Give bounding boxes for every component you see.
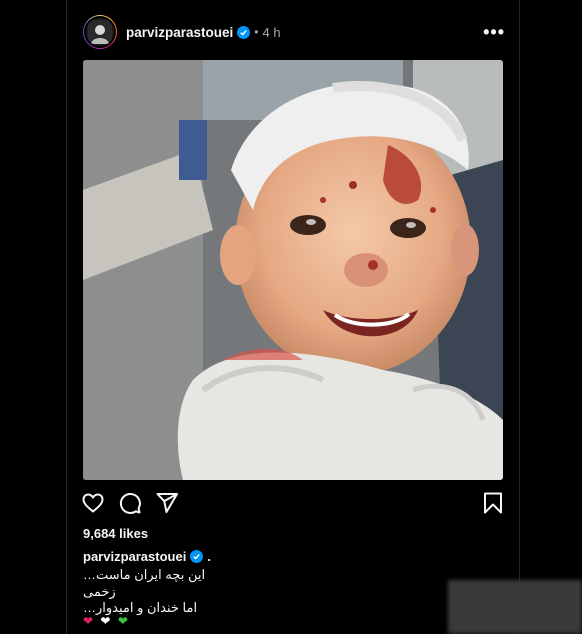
heart-icon[interactable] (81, 491, 105, 515)
verified-badge-icon (190, 550, 204, 563)
blurred-watermark (448, 580, 582, 634)
more-options-icon[interactable]: ••• (483, 22, 505, 43)
caption-line: زخمی (83, 584, 116, 599)
bookmark-icon[interactable] (481, 491, 505, 515)
likes-count[interactable]: 9,684 likes (83, 526, 148, 541)
separator-dot: • (254, 25, 259, 39)
post-actions (81, 490, 505, 516)
post-photo[interactable] (83, 60, 503, 480)
post-header: parvizparastouei • 4 h ••• (83, 14, 505, 50)
post-time[interactable]: 4 h (263, 25, 281, 40)
post-card: parvizparastouei • 4 h ••• 9,684 likes p… (66, 0, 520, 634)
share-icon[interactable] (155, 491, 179, 515)
white-heart-emoji: ❤ (100, 614, 113, 628)
caption-hearts: ❤ ❤ ❤ (83, 614, 130, 628)
caption-header: parvizparastouei . (83, 549, 211, 564)
caption-line: این بچه ایران ماست… (83, 567, 206, 582)
comment-icon[interactable] (118, 491, 142, 515)
caption-trailing-dot: . (207, 549, 211, 564)
username-link[interactable]: parvizparastouei (126, 25, 233, 40)
avatar[interactable] (83, 15, 117, 49)
green-heart-emoji: ❤ (117, 614, 130, 628)
red-heart-emoji: ❤ (83, 614, 96, 628)
verified-badge-icon (237, 25, 251, 39)
caption-username[interactable]: parvizparastouei (83, 549, 186, 564)
avatar-image (84, 16, 116, 48)
